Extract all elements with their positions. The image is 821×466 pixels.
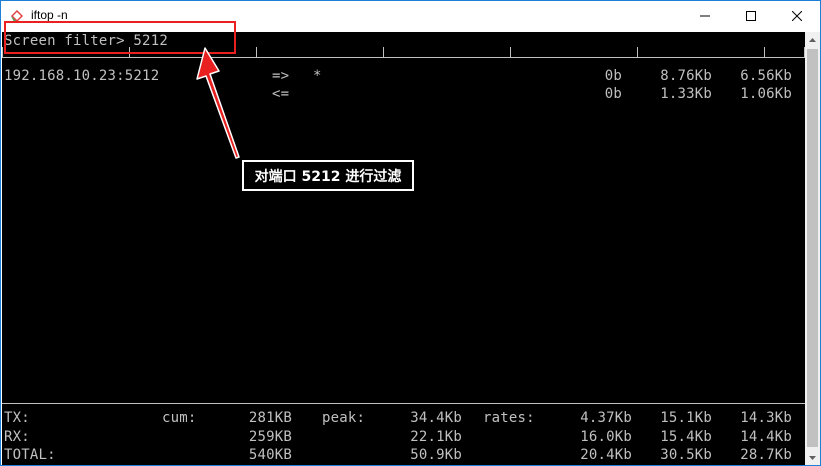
window-title: iftop -n: [31, 8, 68, 22]
scroll-up-button[interactable]: [805, 32, 820, 48]
peak-label: peak:: [322, 410, 366, 426]
total-rate-2s: 20.4Kb: [580, 447, 632, 463]
scale-tick: [256, 47, 257, 57]
scale-tick: [383, 47, 384, 57]
scrollbar-thumb[interactable]: [807, 49, 818, 447]
total-label: TOTAL:: [4, 447, 56, 463]
vertical-scrollbar[interactable]: [805, 32, 820, 465]
rx-label: RX:: [4, 429, 30, 445]
minimize-button[interactable]: [682, 1, 728, 31]
scroll-up-icon: [809, 38, 816, 42]
scroll-down-button[interactable]: [805, 450, 820, 465]
scale-tick: [637, 47, 638, 57]
out-rate-10s: 8.76Kb: [660, 68, 712, 84]
total-peak: 50.9Kb: [410, 447, 462, 463]
out-rate-40s: 6.56Kb: [740, 68, 792, 84]
scale-tick: [2, 47, 3, 57]
rx-peak: 22.1Kb: [410, 429, 462, 445]
scale-tick: [764, 47, 765, 57]
close-button[interactable]: [774, 1, 820, 31]
tx-label: TX:: [4, 410, 30, 426]
rx-rate-40s: 14.4Kb: [740, 429, 792, 445]
minimize-icon: [700, 15, 710, 17]
rx-rate-10s: 15.4Kb: [660, 429, 712, 445]
rx-rate-2s: 16.0Kb: [580, 429, 632, 445]
host-address: 192.168.10.23:5212: [4, 68, 160, 84]
terminal-screen[interactable]: Screen filter> 5212 192.168.10.23:5212 =…: [2, 32, 805, 465]
rx-cum: 259KB: [248, 429, 292, 445]
peer-address: *: [313, 68, 322, 84]
tx-rate-10s: 15.1Kb: [660, 410, 712, 426]
total-rate-10s: 30.5Kb: [660, 447, 712, 463]
scale-line: [2, 57, 805, 58]
scale-tick: [510, 47, 511, 57]
scroll-down-icon: [809, 456, 816, 460]
direction-out: =>: [272, 68, 290, 84]
tx-rate-2s: 4.37Kb: [580, 410, 632, 426]
tx-cum: 281KB: [248, 410, 292, 426]
tx-peak: 34.4Kb: [410, 410, 462, 426]
filter-highlight-box: [4, 21, 236, 54]
rates-label: rates:: [483, 410, 535, 426]
total-rate-40s: 28.7Kb: [740, 447, 792, 463]
annotation-callout: 对端口 5212 进行过滤: [242, 160, 414, 191]
in-rate-2s: 0b: [604, 86, 622, 102]
maximize-button[interactable]: [728, 1, 774, 31]
total-cum: 540KB: [248, 447, 292, 463]
terminal-window: iftop -n Screen filter> 5212 192.168.10.…: [0, 0, 821, 466]
tx-rate-40s: 14.3Kb: [740, 410, 792, 426]
cum-label: cum:: [162, 410, 197, 426]
close-icon: [792, 11, 802, 21]
maximize-icon: [746, 11, 756, 21]
direction-in: <=: [272, 86, 290, 102]
totals-divider: [2, 403, 805, 404]
out-rate-2s: 0b: [604, 68, 622, 84]
in-rate-10s: 1.33Kb: [660, 86, 712, 102]
in-rate-40s: 1.06Kb: [740, 86, 792, 102]
